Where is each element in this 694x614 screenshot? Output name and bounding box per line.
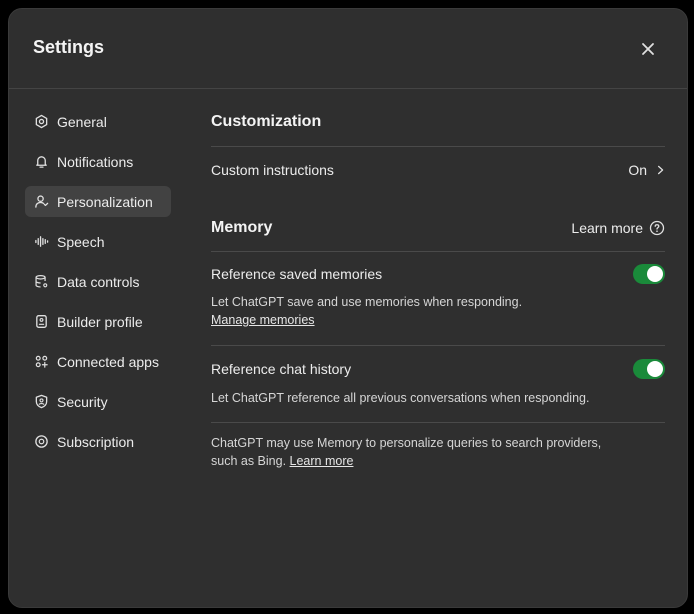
main-content: Customization Custom instructions On Mem…: [211, 106, 665, 470]
sidebar-item-notifications[interactable]: Notifications: [25, 146, 171, 177]
sidebar-item-label: Connected apps: [57, 353, 159, 370]
memory-learn-more-label: Learn more: [571, 220, 643, 236]
chat-history-row: Reference chat history: [211, 359, 665, 379]
memory-footer: ChatGPT may use Memory to personalize qu…: [211, 434, 621, 470]
memory-header: Memory Learn more: [211, 213, 665, 243]
sidebar-item-label: Data controls: [57, 273, 140, 290]
memory-footer-learn-more-link[interactable]: Learn more: [290, 454, 354, 468]
sidebar-item-label: Builder profile: [57, 313, 143, 330]
manage-memories-container: Manage memories: [211, 311, 665, 329]
sidebar-item-general[interactable]: General: [25, 106, 171, 137]
subscription-icon: [33, 434, 49, 450]
sidebar-item-data-controls[interactable]: Data controls: [25, 266, 171, 297]
saved-memories-row: Reference saved memories: [211, 264, 665, 284]
divider: [211, 422, 665, 423]
sidebar-item-builder-profile[interactable]: Builder profile: [25, 306, 171, 337]
saved-memories-toggle[interactable]: [633, 264, 665, 284]
custom-instructions-row[interactable]: Custom instructions On: [211, 147, 665, 193]
sidebar-item-personalization[interactable]: Personalization: [25, 186, 171, 217]
saved-memories-description: Let ChatGPT save and use memories when r…: [211, 295, 523, 309]
memory-title: Memory: [211, 219, 273, 236]
help-circle-icon: [649, 220, 665, 236]
memory-footer-text: ChatGPT may use Memory to personalize qu…: [211, 436, 602, 468]
sidebar: General Notifications Personalization Sp…: [25, 106, 171, 466]
custom-instructions-label: Custom instructions: [211, 162, 334, 178]
sidebar-item-subscription[interactable]: Subscription: [25, 426, 171, 457]
custom-instructions-status: On: [628, 162, 647, 178]
custom-instructions-value[interactable]: On: [628, 162, 665, 178]
manage-memories-link[interactable]: Manage memories: [211, 313, 315, 327]
sidebar-item-label: Speech: [57, 233, 105, 250]
bell-icon: [33, 154, 49, 170]
dialog-header: Settings: [9, 9, 687, 89]
sidebar-item-speech[interactable]: Speech: [25, 226, 171, 257]
toggle-knob: [647, 266, 663, 282]
chat-history-toggle[interactable]: [633, 359, 665, 379]
person-icon: [33, 194, 49, 210]
sidebar-item-connected-apps[interactable]: Connected apps: [25, 346, 171, 377]
shield-icon: [33, 394, 49, 410]
sidebar-item-label: Security: [57, 393, 108, 410]
chat-history-label: Reference chat history: [211, 361, 352, 377]
sidebar-item-label: Notifications: [57, 153, 134, 170]
saved-memories-label: Reference saved memories: [211, 266, 383, 282]
chat-history-description: Let ChatGPT reference all previous conve…: [211, 391, 590, 405]
waveform-icon: [33, 234, 49, 250]
settings-dialog: Settings General Notifications Personali…: [8, 8, 688, 608]
toggle-knob: [647, 361, 663, 377]
id-card-icon: [33, 314, 49, 330]
divider: [211, 345, 665, 346]
sidebar-item-security[interactable]: Security: [25, 386, 171, 417]
sidebar-item-label: Personalization: [57, 193, 153, 210]
chevron-right-icon: [657, 164, 665, 176]
customization-title: Customization: [211, 113, 322, 130]
gear-icon: [33, 114, 49, 130]
memory-learn-more[interactable]: Learn more: [571, 220, 665, 236]
apps-icon: [33, 354, 49, 370]
dialog-title: Settings: [33, 37, 105, 57]
database-icon: [33, 274, 49, 290]
sidebar-item-label: Subscription: [57, 433, 135, 450]
sidebar-item-label: General: [57, 113, 107, 130]
close-icon[interactable]: [639, 40, 657, 58]
divider: [211, 251, 665, 252]
